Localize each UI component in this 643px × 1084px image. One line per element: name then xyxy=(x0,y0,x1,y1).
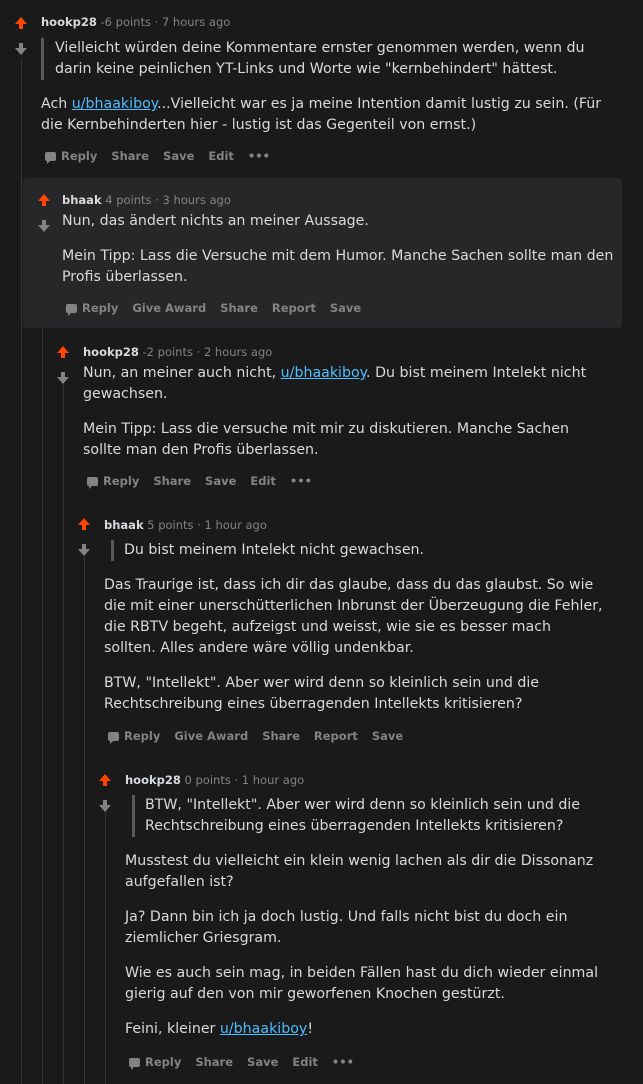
comment-paragraph: Nun, das ändert nichts an meiner Aussage… xyxy=(62,213,369,229)
chat-icon xyxy=(87,477,98,489)
vote-column xyxy=(73,518,95,556)
comment-paragraph: Musstest du vielleicht ein klein wenig l… xyxy=(125,853,594,890)
comment-paragraph: Nun, an meiner auch nicht, u/bhaakiboy. … xyxy=(83,365,587,402)
points: 0 points xyxy=(184,773,231,787)
give-award-button[interactable]: Give Award xyxy=(174,729,248,743)
comment-actions: Reply Give Award Share Report Save xyxy=(66,301,361,316)
points: -6 points xyxy=(100,15,151,29)
comment-actions: Reply Give Award Share Report Save xyxy=(108,729,403,744)
username[interactable]: hookp28 xyxy=(83,345,139,359)
report-button[interactable]: Report xyxy=(314,729,358,743)
reply-button[interactable]: Reply xyxy=(66,301,118,316)
downvote-icon[interactable] xyxy=(78,544,90,556)
more-options-icon[interactable]: ••• xyxy=(248,149,270,163)
timestamp[interactable]: 1 hour ago xyxy=(205,518,267,532)
upvote-icon[interactable] xyxy=(38,194,50,206)
comment-paragraph: Das Traurige ist, dass ich dir das glaub… xyxy=(104,577,603,656)
comment-paragraph: Mein Tipp: Lass die Versuche mit dem Hum… xyxy=(62,248,614,285)
username[interactable]: bhaak xyxy=(62,193,102,207)
save-button[interactable]: Save xyxy=(163,149,194,163)
more-options-icon[interactable]: ••• xyxy=(290,474,312,488)
comment-body: Du bist meinem Intelekt nicht gewachsen.… xyxy=(104,540,604,729)
upvote-icon[interactable] xyxy=(78,518,90,530)
give-award-button[interactable]: Give Award xyxy=(132,301,206,315)
share-button[interactable]: Share xyxy=(153,474,191,488)
points: -2 points xyxy=(142,345,193,359)
timestamp[interactable]: 1 hour ago xyxy=(242,773,304,787)
report-button[interactable]: Report xyxy=(272,301,316,315)
comment-meta: hookp28 -6 points · 7 hours ago xyxy=(41,15,231,29)
edit-button[interactable]: Edit xyxy=(292,1055,318,1069)
comment-paragraph: Ach u/bhaakiboy...Vielleicht war es ja m… xyxy=(41,96,602,133)
upvote-icon[interactable] xyxy=(15,17,27,29)
save-button[interactable]: Save xyxy=(330,301,361,315)
comment-meta: hookp28 -2 points · 2 hours ago xyxy=(83,345,273,359)
timestamp[interactable]: 3 hours ago xyxy=(163,193,231,207)
points: 4 points xyxy=(105,193,152,207)
downvote-icon[interactable] xyxy=(99,800,111,812)
username[interactable]: hookp28 xyxy=(41,15,97,29)
reply-button[interactable]: Reply xyxy=(87,474,139,489)
chat-icon xyxy=(45,152,56,164)
user-link[interactable]: u/bhaakiboy xyxy=(72,96,157,112)
share-button[interactable]: Share xyxy=(111,149,149,163)
share-button[interactable]: Share xyxy=(195,1055,233,1069)
reply-button[interactable]: Reply xyxy=(129,1055,181,1070)
downvote-icon[interactable] xyxy=(38,220,50,232)
comment-actions: Reply Share Save Edit ••• xyxy=(87,474,312,489)
upvote-icon[interactable] xyxy=(57,346,69,358)
reply-button[interactable]: Reply xyxy=(45,149,97,164)
comment-body: Nun, an meiner auch nicht, u/bhaakiboy. … xyxy=(83,363,608,475)
comment-body: Vielleicht würden deine Kommentare ernst… xyxy=(41,38,611,150)
comment-meta: hookp28 0 points · 1 hour ago xyxy=(125,773,305,787)
blockquote: Vielleicht würden deine Kommentare ernst… xyxy=(41,38,611,80)
vote-column xyxy=(52,346,74,384)
comment-meta: bhaak 4 points · 3 hours ago xyxy=(62,193,231,207)
chat-icon xyxy=(108,732,119,744)
downvote-icon[interactable] xyxy=(57,372,69,384)
upvote-icon[interactable] xyxy=(99,774,111,786)
timestamp[interactable]: 7 hours ago xyxy=(162,15,230,29)
vote-column xyxy=(10,17,32,55)
comment-body: BTW, "Intellekt". Aber wer wird denn so … xyxy=(125,795,610,1054)
comment-paragraph: BTW, "Intellekt". Aber wer wird denn so … xyxy=(104,675,540,712)
more-options-icon[interactable]: ••• xyxy=(332,1055,354,1069)
thread-line[interactable] xyxy=(63,384,64,1084)
save-button[interactable]: Save xyxy=(247,1055,278,1069)
vote-column xyxy=(94,774,116,812)
comment-meta: bhaak 5 points · 1 hour ago xyxy=(104,518,267,532)
chat-icon xyxy=(66,304,77,316)
vote-column xyxy=(33,194,55,232)
save-button[interactable]: Save xyxy=(205,474,236,488)
comment-paragraph: Wie es auch sein mag, in beiden Fällen h… xyxy=(125,965,599,1002)
blockquote: Du bist meinem Intelekt nicht gewachsen. xyxy=(111,540,604,561)
edit-button[interactable]: Edit xyxy=(208,149,234,163)
timestamp[interactable]: 2 hours ago xyxy=(204,345,272,359)
comment-actions: Reply Share Save Edit ••• xyxy=(129,1055,354,1070)
share-button[interactable]: Share xyxy=(262,729,300,743)
thread-line[interactable] xyxy=(84,556,85,1084)
reply-button[interactable]: Reply xyxy=(108,729,160,744)
comment-paragraph: Feini, kleiner u/bhaakiboy! xyxy=(125,1021,313,1037)
edit-button[interactable]: Edit xyxy=(250,474,276,488)
blockquote: BTW, "Intellekt". Aber wer wird denn so … xyxy=(132,795,610,837)
user-link[interactable]: u/bhaakiboy xyxy=(220,1021,307,1037)
comment-actions: Reply Share Save Edit ••• xyxy=(45,149,270,164)
thread-line[interactable] xyxy=(21,58,22,1084)
comment-highlighted: bhaak 4 points · 3 hours ago Nun, das än… xyxy=(23,178,622,328)
downvote-icon[interactable] xyxy=(15,43,27,55)
username[interactable]: hookp28 xyxy=(125,773,181,787)
comment-body: Nun, das ändert nichts an meiner Aussage… xyxy=(62,211,617,302)
thread-line[interactable] xyxy=(42,232,43,1084)
chat-icon xyxy=(129,1058,140,1070)
share-button[interactable]: Share xyxy=(220,301,258,315)
user-link[interactable]: u/bhaakiboy xyxy=(281,365,366,381)
username[interactable]: bhaak xyxy=(104,518,144,532)
points: 5 points xyxy=(147,518,194,532)
thread-line[interactable] xyxy=(105,812,106,1084)
comment-paragraph: Ja? Dann bin ich ja doch lustig. Und fal… xyxy=(125,909,568,946)
save-button[interactable]: Save xyxy=(372,729,403,743)
comment-paragraph: Mein Tipp: Lass die versuche mit mir zu … xyxy=(83,421,569,458)
